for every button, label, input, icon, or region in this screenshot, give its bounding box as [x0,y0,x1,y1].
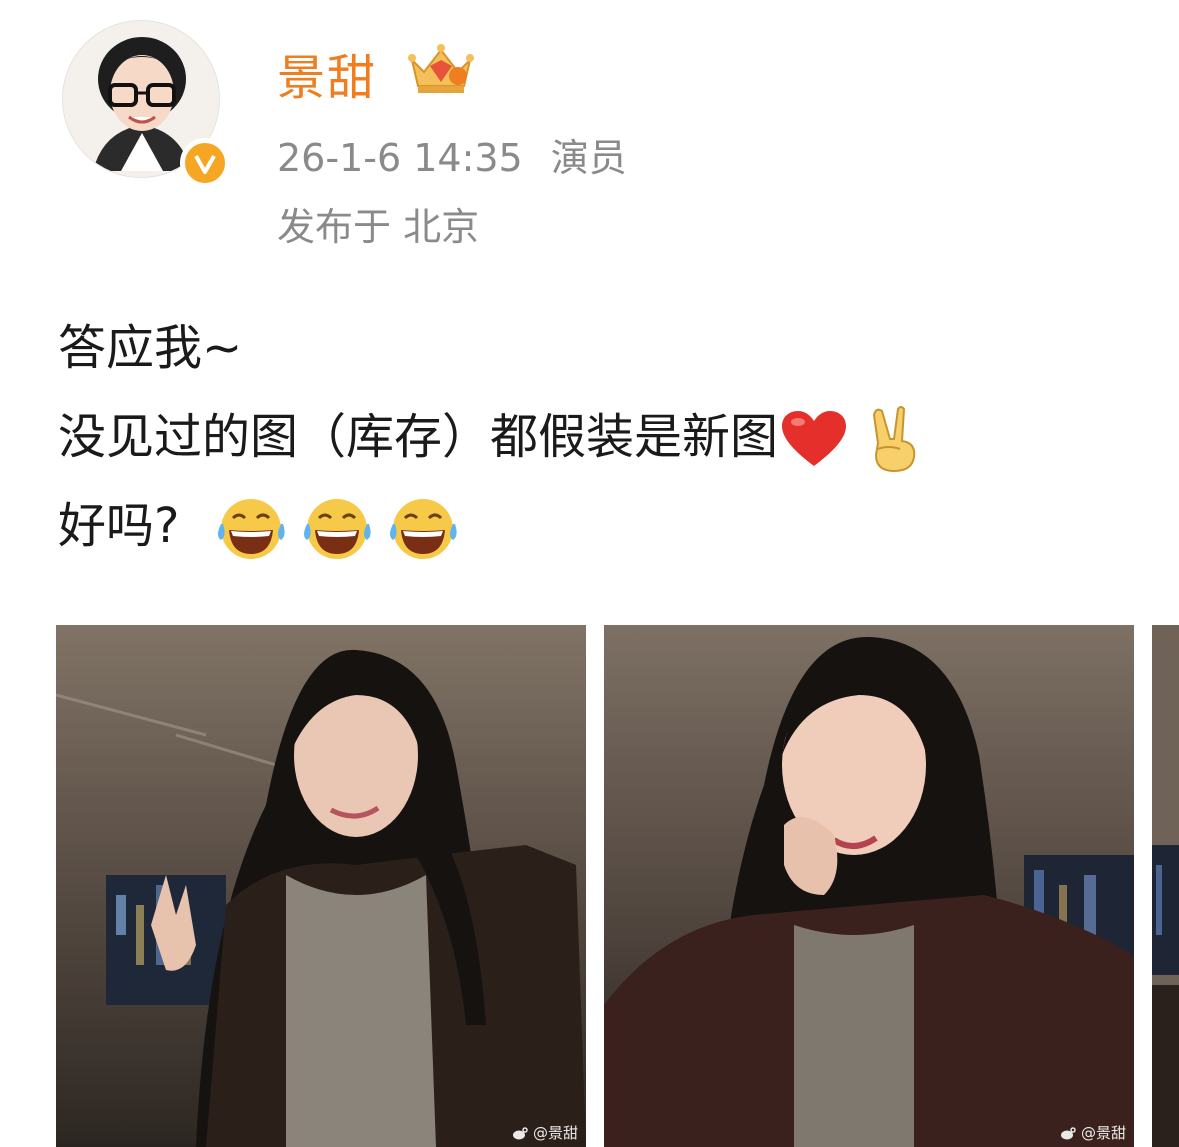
post-text-line-3-text: 好吗? [58,498,180,554]
image-watermark-text: @景甜 [1080,1124,1126,1142]
photo-selfie-chin-rest [604,625,1134,1147]
tears-of-joy-emoji [218,499,286,559]
post-location: 发布于 北京 [277,205,480,249]
victory-hand-emoji [872,406,916,473]
photo-selfie-victory [56,625,586,1147]
crown-icon[interactable] [406,38,476,96]
tears-of-joy-emoji [390,499,458,559]
post-text-line-2-text: 没见过的图（库存）都假装是新图 [58,409,779,465]
tears-of-joy-emoji [304,499,372,559]
post-source: 演员 [550,136,627,180]
verified-v-icon [194,155,216,174]
image-watermark-text: @景甜 [532,1124,578,1142]
post-text-line-3: 好吗? [58,486,461,562]
post-meta: 26-1-6 14:35 演员 [277,127,627,182]
post-image-3[interactable] [1152,625,1179,1147]
username[interactable]: 景甜 [277,38,377,108]
image-watermark: @景甜 [1060,1122,1126,1143]
post-image-1[interactable]: @景甜 [56,625,586,1147]
post-text-line-1: 答应我~ [58,320,243,376]
weibo-icon [513,1126,528,1139]
heart-emoji [782,411,847,466]
verified-badge [180,138,230,188]
weibo-icon [1061,1126,1076,1139]
post-timestamp: 26-1-6 14:35 [277,136,523,180]
post-text-line-2: 没见过的图（库存）都假装是新图 [58,397,924,475]
photo-partial [1152,625,1179,1147]
post-image-2[interactable]: @景甜 [604,625,1134,1147]
avatar[interactable] [62,20,230,188]
image-watermark: @景甜 [512,1122,578,1143]
